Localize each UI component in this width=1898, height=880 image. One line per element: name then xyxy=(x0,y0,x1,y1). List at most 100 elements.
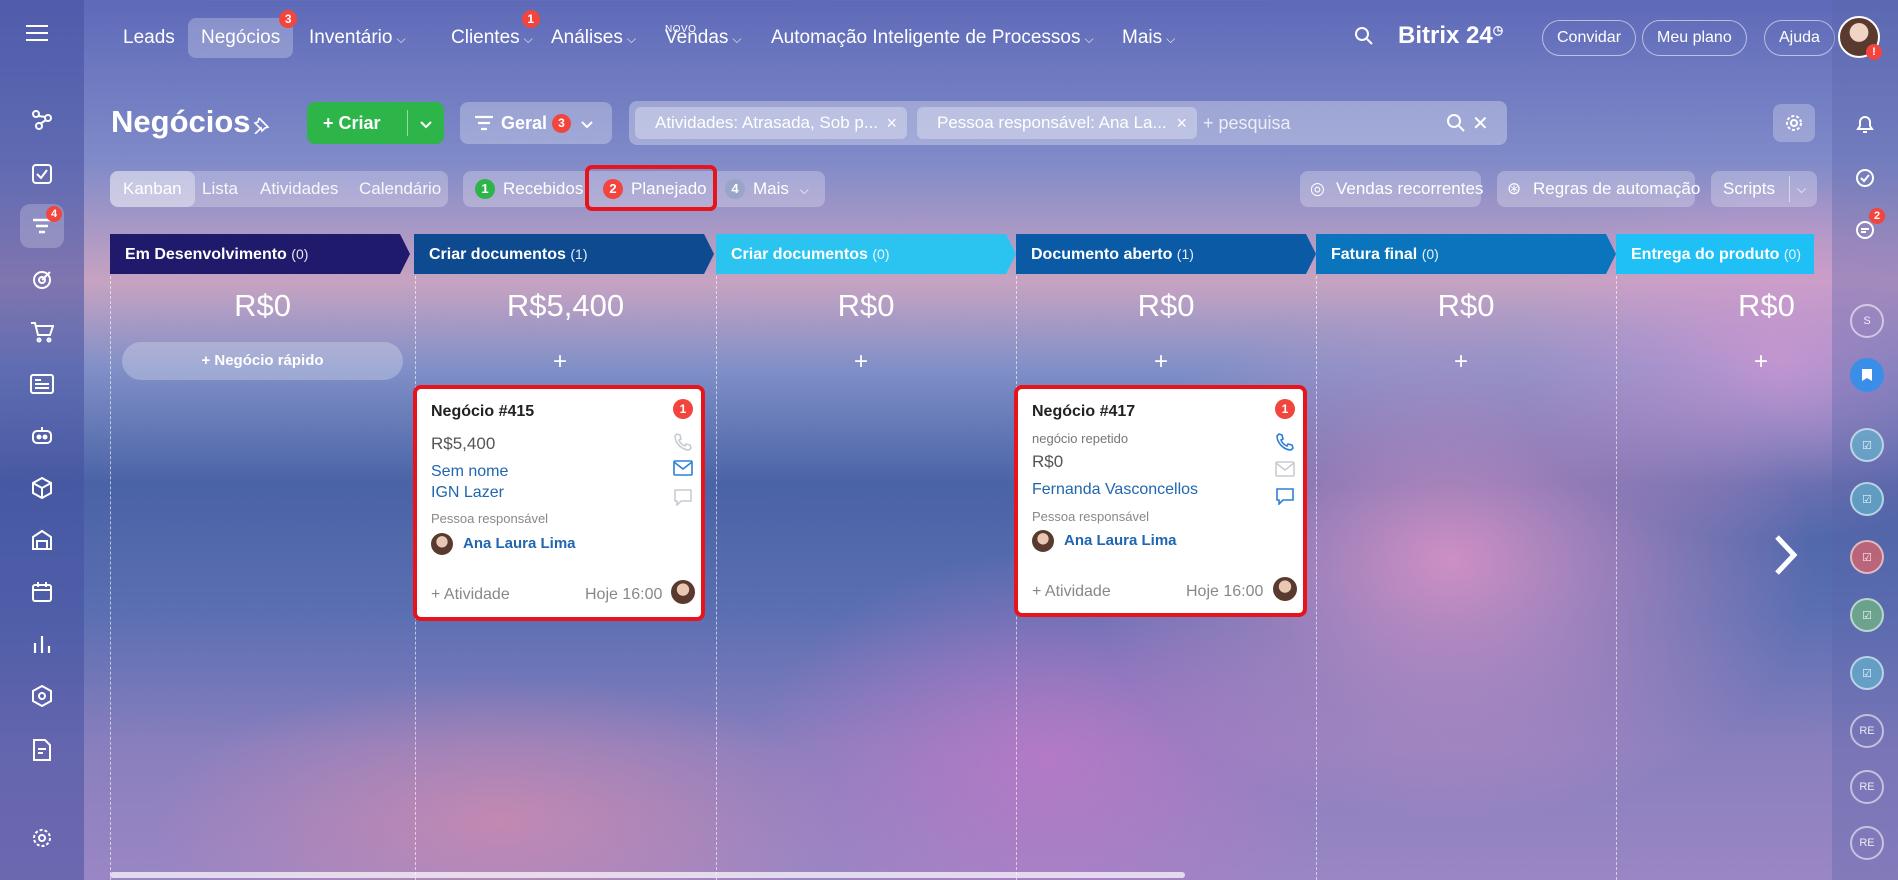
task-check-icon[interactable]: ☑ xyxy=(1850,656,1884,690)
sidebar-settings-icon[interactable] xyxy=(20,816,64,860)
mail-icon[interactable] xyxy=(673,460,693,480)
add-deal-button[interactable]: + xyxy=(1616,348,1898,376)
deal-card[interactable]: Negócio #417 1 negócio repetido R$0 Fern… xyxy=(1014,385,1307,617)
sidebar-item-calendar-icon[interactable] xyxy=(20,570,64,614)
chat-icon[interactable] xyxy=(673,488,693,508)
close-icon[interactable]: × xyxy=(886,107,897,139)
quick-deal-button[interactable]: + Negócio rápido xyxy=(122,342,403,380)
horizontal-scrollbar[interactable] xyxy=(110,872,1185,878)
phone-icon[interactable] xyxy=(1275,432,1295,452)
nav-inventory[interactable]: Inventário ⌵ xyxy=(296,18,419,58)
sidebar-item-goals-icon[interactable] xyxy=(20,258,64,302)
my-plan-button[interactable]: Meu plano xyxy=(1642,20,1747,56)
nav-sales[interactable]: NOVO Vendas ⌵ xyxy=(652,18,755,58)
pin-icon[interactable] xyxy=(252,116,270,139)
copilot-icon[interactable] xyxy=(1849,162,1881,194)
add-activity-link[interactable]: + Atividade xyxy=(1032,583,1111,601)
responsible-user[interactable]: Ana Laura Lima xyxy=(1032,530,1177,552)
bell-icon[interactable] xyxy=(1849,108,1881,140)
filter-chip-activities[interactable]: Atividades: Atrasada, Sob p... × xyxy=(635,107,907,139)
nav-deals-badge: 3 xyxy=(279,10,298,28)
column-count: (1) xyxy=(570,246,588,262)
responsible-user[interactable]: Ana Laura Lima xyxy=(431,533,576,555)
sidebar-item-flow-icon[interactable] xyxy=(20,98,64,142)
add-deal-button[interactable]: + xyxy=(1016,348,1306,376)
column-header[interactable]: Em Desenvolvimento (0) xyxy=(110,234,400,274)
deal-title[interactable]: Negócio #415 xyxy=(431,403,534,421)
deal-company-link[interactable]: IGN Lazer xyxy=(431,484,504,502)
recent-chat-avatar[interactable]: RE xyxy=(1850,714,1884,748)
phone-icon[interactable] xyxy=(673,432,693,452)
sidebar-item-store-icon[interactable] xyxy=(20,518,64,562)
recent-chat-avatar[interactable]: RE xyxy=(1850,770,1884,804)
brand-logo[interactable]: Bitrix 24◷ xyxy=(1398,22,1503,50)
column-header[interactable]: Criar documentos (1) xyxy=(414,234,704,274)
automation-rules-button[interactable]: ⊛ Regras de automação xyxy=(1497,171,1700,207)
sidebar-item-tasks-icon[interactable] xyxy=(20,152,64,196)
scripts-button[interactable]: Scripts ⌵ xyxy=(1711,171,1817,207)
task-check-icon[interactable]: ☑ xyxy=(1850,540,1884,574)
sidebar-item-document-icon[interactable] xyxy=(20,728,64,772)
chat-icon[interactable]: 2 xyxy=(1849,208,1885,246)
add-deal-button[interactable]: + xyxy=(415,348,705,376)
plus-icon: + xyxy=(323,113,334,133)
add-deal-button[interactable]: + xyxy=(716,348,1006,376)
view-calendar[interactable]: Calendário xyxy=(346,171,454,207)
counter-received[interactable]: 1 Recebidos xyxy=(475,171,583,207)
deal-card[interactable]: Negócio #415 1 R$5,400 Sem nome IGN Laze… xyxy=(413,385,705,621)
chat-icon[interactable] xyxy=(1275,487,1295,507)
nav-automation[interactable]: Automação Inteligente de Processos ⌵ xyxy=(758,18,1107,58)
clear-icon[interactable]: ✕ xyxy=(1472,111,1489,136)
deal-contact-link[interactable]: Sem nome xyxy=(431,463,508,481)
nav-leads[interactable]: Leads xyxy=(110,18,188,58)
view-kanban[interactable]: Kanban xyxy=(110,171,195,207)
sidebar-item-crm-icon[interactable]: 4 xyxy=(20,204,64,248)
column-header[interactable]: Entrega do produto (0) xyxy=(1616,234,1814,274)
responsible-label: Pessoa responsável xyxy=(1032,509,1150,524)
invite-button[interactable]: Convidar xyxy=(1542,20,1637,56)
nav-clients[interactable]: Clientes ⌵ 1 xyxy=(438,10,546,58)
task-check-icon[interactable]: ☑ xyxy=(1850,482,1884,516)
task-check-icon[interactable]: ☑ xyxy=(1850,428,1884,462)
close-icon[interactable]: × xyxy=(1176,107,1187,139)
recurring-sales-button[interactable]: ◎ Vendas recorrentes xyxy=(1300,171,1483,207)
filter-chip-responsible[interactable]: Pessoa responsável: Ana La... × xyxy=(917,107,1197,139)
mail-icon[interactable] xyxy=(1275,461,1295,481)
view-list[interactable]: Lista xyxy=(189,171,251,207)
column-header[interactable]: Criar documentos (0) xyxy=(716,234,1006,274)
sidebar-item-robot-icon[interactable] xyxy=(20,414,64,458)
nav-analytics[interactable]: Análises ⌵ xyxy=(538,18,649,58)
chevron-right-icon[interactable] xyxy=(1772,530,1800,590)
sidebar-item-hexagon-icon[interactable] xyxy=(20,674,64,718)
column-header[interactable]: Fatura final (0) xyxy=(1316,234,1606,274)
search-input[interactable]: + pesquisa xyxy=(1203,113,1291,134)
help-button[interactable]: Ajuda xyxy=(1764,20,1835,56)
nav-deals[interactable]: Negócios 3 xyxy=(188,10,298,58)
help-label: Ajuda xyxy=(1779,29,1820,46)
search-icon[interactable] xyxy=(1354,26,1374,51)
create-button[interactable]: + Criar xyxy=(307,102,444,144)
task-check-icon[interactable]: ☑ xyxy=(1850,598,1884,632)
column-header[interactable]: Documento aberto (1) xyxy=(1016,234,1306,274)
add-activity-link[interactable]: + Atividade xyxy=(431,586,510,604)
deal-title[interactable]: Negócio #417 xyxy=(1032,403,1135,421)
counter-more[interactable]: 4 Mais ⌵ xyxy=(725,171,809,207)
deal-contact-link[interactable]: Fernanda Vasconcellos xyxy=(1032,481,1198,499)
search-icon[interactable] xyxy=(1446,113,1466,138)
menu-icon[interactable] xyxy=(26,24,58,50)
gear-icon[interactable] xyxy=(1773,104,1815,142)
sidebar-item-news-icon[interactable] xyxy=(20,362,64,406)
sidebar-item-analytics-icon[interactable] xyxy=(20,622,64,666)
recent-chat-avatar[interactable]: RE xyxy=(1850,826,1884,860)
chevron-down-icon: ⌵ xyxy=(799,183,809,197)
pipeline-selector[interactable]: Geral 3 xyxy=(460,102,612,144)
chevron-down-icon[interactable]: ⌵ xyxy=(1797,171,1806,207)
column-title: Fatura final xyxy=(1331,246,1418,263)
sidebar-item-cart-icon[interactable] xyxy=(20,310,64,354)
add-deal-button[interactable]: + xyxy=(1316,348,1606,376)
view-activities[interactable]: Atividades xyxy=(247,171,351,207)
chevron-down-icon[interactable] xyxy=(419,115,433,136)
filter-search-box[interactable]: Atividades: Atrasada, Sob p... × Pessoa … xyxy=(629,101,1507,145)
nav-more[interactable]: Mais ⌵ xyxy=(1109,18,1188,58)
sidebar-item-box-icon[interactable] xyxy=(20,466,64,510)
